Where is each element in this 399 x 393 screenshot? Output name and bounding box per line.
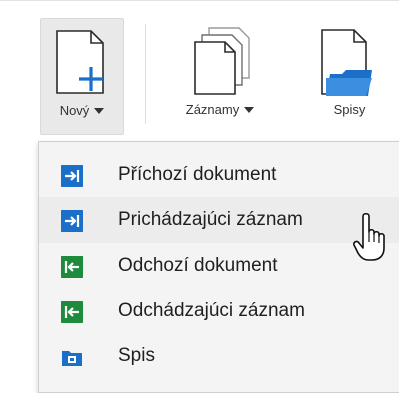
records-button-label-row: Záznamy bbox=[165, 102, 275, 117]
new-button-label-row: Nový bbox=[41, 103, 123, 118]
new-button-label: Nový bbox=[59, 103, 90, 118]
menu-item-label: Spis bbox=[118, 345, 155, 366]
folder-icon bbox=[62, 351, 82, 366]
menu-item-label: Odchozí dokument bbox=[118, 255, 278, 276]
menu-item-outgoing-document[interactable]: Odchozí dokument bbox=[39, 243, 399, 289]
records-documents-icon bbox=[194, 27, 250, 95]
files-folder-icon bbox=[321, 29, 372, 96]
menu-item-label: Příchozí dokument bbox=[118, 164, 277, 185]
outgoing-arrow-icon bbox=[61, 301, 83, 323]
new-dropdown-menu: Příchozí dokument Prichádzajúci záznam O… bbox=[38, 141, 399, 393]
new-document-icon bbox=[56, 30, 104, 94]
incoming-arrow-icon bbox=[61, 165, 83, 187]
files-button[interactable]: Spisy bbox=[300, 18, 399, 133]
incoming-arrow-icon bbox=[61, 210, 83, 232]
outgoing-arrow-icon bbox=[61, 256, 83, 278]
toolbar: Nový Záznamy Spisy bbox=[0, 0, 399, 150]
chevron-down-icon bbox=[244, 106, 255, 113]
toolbar-separator bbox=[145, 24, 146, 124]
menu-item-label: Odchádzajúci záznam bbox=[118, 300, 305, 321]
chevron-down-icon bbox=[94, 107, 105, 114]
toolbar-top-border bbox=[0, 0, 399, 1]
menu-item-incoming-record[interactable]: Prichádzajúci záznam bbox=[39, 197, 399, 243]
menu-item-label: Prichádzajúci záznam bbox=[118, 209, 303, 230]
records-button[interactable]: Záznamy bbox=[165, 18, 275, 133]
new-button[interactable]: Nový bbox=[40, 18, 124, 135]
files-button-label: Spisy bbox=[333, 102, 366, 117]
menu-item-outgoing-record[interactable]: Odchádzajúci záznam bbox=[39, 288, 399, 334]
menu-item-file[interactable]: Spis bbox=[39, 333, 399, 379]
records-button-label: Záznamy bbox=[185, 102, 240, 117]
menu-item-incoming-document[interactable]: Příchozí dokument bbox=[39, 152, 399, 198]
